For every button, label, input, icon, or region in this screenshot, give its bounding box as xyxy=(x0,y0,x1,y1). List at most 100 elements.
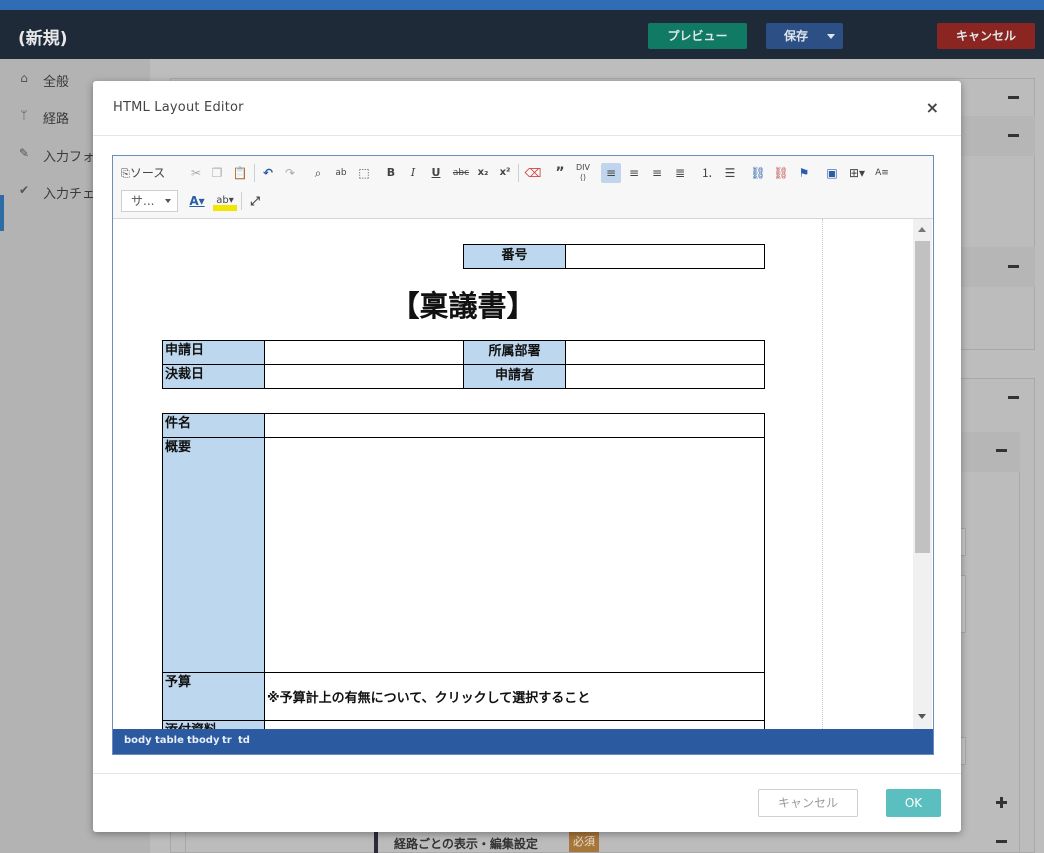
table-icon[interactable]: ⊞▾ xyxy=(846,163,868,183)
page-guide-line xyxy=(822,219,823,729)
maximize-icon[interactable]: ⤢ xyxy=(246,191,264,211)
path-item-table[interactable]: table xyxy=(155,735,184,746)
path-item-tbody[interactable]: tbody xyxy=(187,735,220,746)
label-approval-date: 決裁日 xyxy=(162,364,265,389)
sidebar-item-label: 経路 xyxy=(43,112,70,127)
field-applicant[interactable] xyxy=(565,364,765,389)
pencil-icon: ✎ xyxy=(18,146,30,160)
scroll-up-icon[interactable] xyxy=(918,227,926,232)
paste-icon[interactable]: 📋 xyxy=(231,163,249,183)
element-path-bar: body table tbody tr td xyxy=(113,729,933,754)
anchor-icon[interactable]: ⚑ xyxy=(795,163,813,183)
app-header: (新規) プレビュー 保存 キャンセル xyxy=(0,10,1044,59)
field-application-date[interactable] xyxy=(264,340,464,365)
field-number[interactable] xyxy=(565,244,765,269)
divider xyxy=(93,135,961,136)
sidebar-item-label: 入力フォ xyxy=(43,150,96,165)
align-justify-icon[interactable]: ≣ xyxy=(671,163,689,183)
budget-note: ※予算計上の有無について、クリックして選択すること xyxy=(267,691,591,706)
replace-icon[interactable]: ab xyxy=(332,163,350,183)
label-applicant: 申請者 xyxy=(463,364,566,389)
align-left-icon[interactable]: ≡ xyxy=(601,163,621,183)
collapse-icon[interactable] xyxy=(1008,396,1019,399)
copy-icon[interactable]: ❐ xyxy=(208,163,226,183)
sidebar-item-label: 全般 xyxy=(43,75,70,90)
editor-content-area[interactable]: 番号 【稟議書】 申請日 所属部署 決裁日 申請者 件名 概要 予算 ※予算計上… xyxy=(113,219,933,729)
label-number: 番号 xyxy=(463,244,566,269)
collapse-icon[interactable] xyxy=(996,840,1007,843)
collapse-icon[interactable] xyxy=(1008,96,1019,99)
image-icon[interactable]: ▣ xyxy=(823,163,841,183)
source-button[interactable]: ⎘ソース xyxy=(121,163,181,183)
link-icon[interactable]: ⛓ xyxy=(749,163,767,183)
cut-icon[interactable]: ✂ xyxy=(187,163,205,183)
route-display-setting-label: 経路ごとの表示・編集設定 xyxy=(394,837,538,851)
save-button-label: 保存 xyxy=(784,29,809,43)
divider xyxy=(93,773,961,774)
strike-icon[interactable]: abc xyxy=(451,163,471,183)
align-center-icon[interactable]: ≡ xyxy=(625,163,643,183)
scroll-down-icon[interactable] xyxy=(918,714,926,719)
path-item-tr[interactable]: tr xyxy=(222,735,232,746)
select-all-icon[interactable]: ⬚ xyxy=(355,163,373,183)
numbered-list-icon[interactable]: ⒈ xyxy=(698,163,716,183)
label-subject: 件名 xyxy=(162,413,265,438)
expand-icon-vertical xyxy=(1000,797,1003,808)
document-title: 【稟議書】 xyxy=(390,289,536,323)
redo-icon[interactable]: ↷ xyxy=(281,163,299,183)
collapse-icon[interactable] xyxy=(1008,265,1019,268)
editor-toolbar: ⎘ソース ✂ ❐ 📋 ↶ ↷ ⌕ ab ⬚ B I U abc x₂ x² ⌫ … xyxy=(113,156,933,219)
home-icon: ⌂ xyxy=(20,71,28,85)
field-budget[interactable]: ※予算計上の有無について、クリックして選択すること xyxy=(264,672,765,721)
font-size-value: サ... xyxy=(131,194,155,208)
chevron-down-icon[interactable] xyxy=(827,34,835,39)
check-icon: ✔ xyxy=(18,183,30,197)
bold-icon[interactable]: B xyxy=(383,163,399,183)
ok-button[interactable]: OK xyxy=(886,789,941,817)
font-size-select[interactable]: サ... xyxy=(121,190,178,212)
collapse-icon[interactable] xyxy=(996,449,1007,452)
label-attachments: 添付資料 xyxy=(162,720,265,729)
field-subject[interactable] xyxy=(264,413,765,438)
path-item-td[interactable]: td xyxy=(238,735,250,746)
route-icon: ᛘ xyxy=(20,108,28,122)
label-budget: 予算 xyxy=(162,672,265,721)
find-icon[interactable]: ⌕ xyxy=(309,163,327,183)
page-title: (新規) xyxy=(18,29,68,49)
align-right-icon[interactable]: ≡ xyxy=(648,163,666,183)
subscript-icon[interactable]: x₂ xyxy=(475,163,491,183)
cancel-button[interactable]: キャンセル xyxy=(937,23,1035,49)
preview-button[interactable]: プレビュー xyxy=(648,23,747,49)
field-approval-date[interactable] xyxy=(264,364,464,389)
remove-format-icon[interactable]: ⌫ xyxy=(524,163,542,183)
html-layout-editor-dialog: HTML Layout Editor × ⎘ソース ✂ ❐ 📋 ↶ ↷ ⌕ ab… xyxy=(93,81,961,832)
div-icon[interactable]: DIV ⟨⟩ xyxy=(574,163,592,183)
top-accent-strip xyxy=(0,0,1044,10)
source-icon: ⎘ xyxy=(121,167,130,180)
required-badge: 必須 xyxy=(569,832,599,852)
field-attachments[interactable] xyxy=(264,720,765,729)
rich-text-editor: ⎘ソース ✂ ❐ 📋 ↶ ↷ ⌕ ab ⬚ B I U abc x₂ x² ⌫ … xyxy=(112,155,934,755)
undo-icon[interactable]: ↶ xyxy=(259,163,277,183)
chevron-down-icon xyxy=(165,199,171,203)
sidebar-item-label: 入力チェ xyxy=(43,187,96,202)
editor-scrollbar[interactable] xyxy=(913,219,932,729)
collapse-icon[interactable] xyxy=(1008,134,1019,137)
bulleted-list-icon[interactable]: ☰ xyxy=(721,163,739,183)
dialog-cancel-button[interactable]: キャンセル xyxy=(758,789,858,817)
text-color-icon[interactable]: A▾ xyxy=(185,191,209,211)
unlink-icon[interactable]: ⛓ xyxy=(772,163,790,183)
scroll-thumb[interactable] xyxy=(915,241,930,553)
label-application-date: 申請日 xyxy=(162,340,265,365)
close-icon[interactable]: × xyxy=(926,98,939,117)
field-department[interactable] xyxy=(565,340,765,365)
save-button[interactable]: 保存 xyxy=(766,23,843,49)
underline-icon[interactable]: U xyxy=(428,163,444,183)
paragraph-format-icon[interactable]: A≡ xyxy=(873,163,891,183)
italic-icon[interactable]: I xyxy=(405,163,421,183)
field-summary[interactable] xyxy=(264,437,765,673)
blockquote-icon[interactable]: ” xyxy=(551,163,569,183)
background-color-icon[interactable]: ab▾ xyxy=(213,191,237,211)
superscript-icon[interactable]: x² xyxy=(497,163,513,183)
path-item-body[interactable]: body xyxy=(124,735,152,746)
